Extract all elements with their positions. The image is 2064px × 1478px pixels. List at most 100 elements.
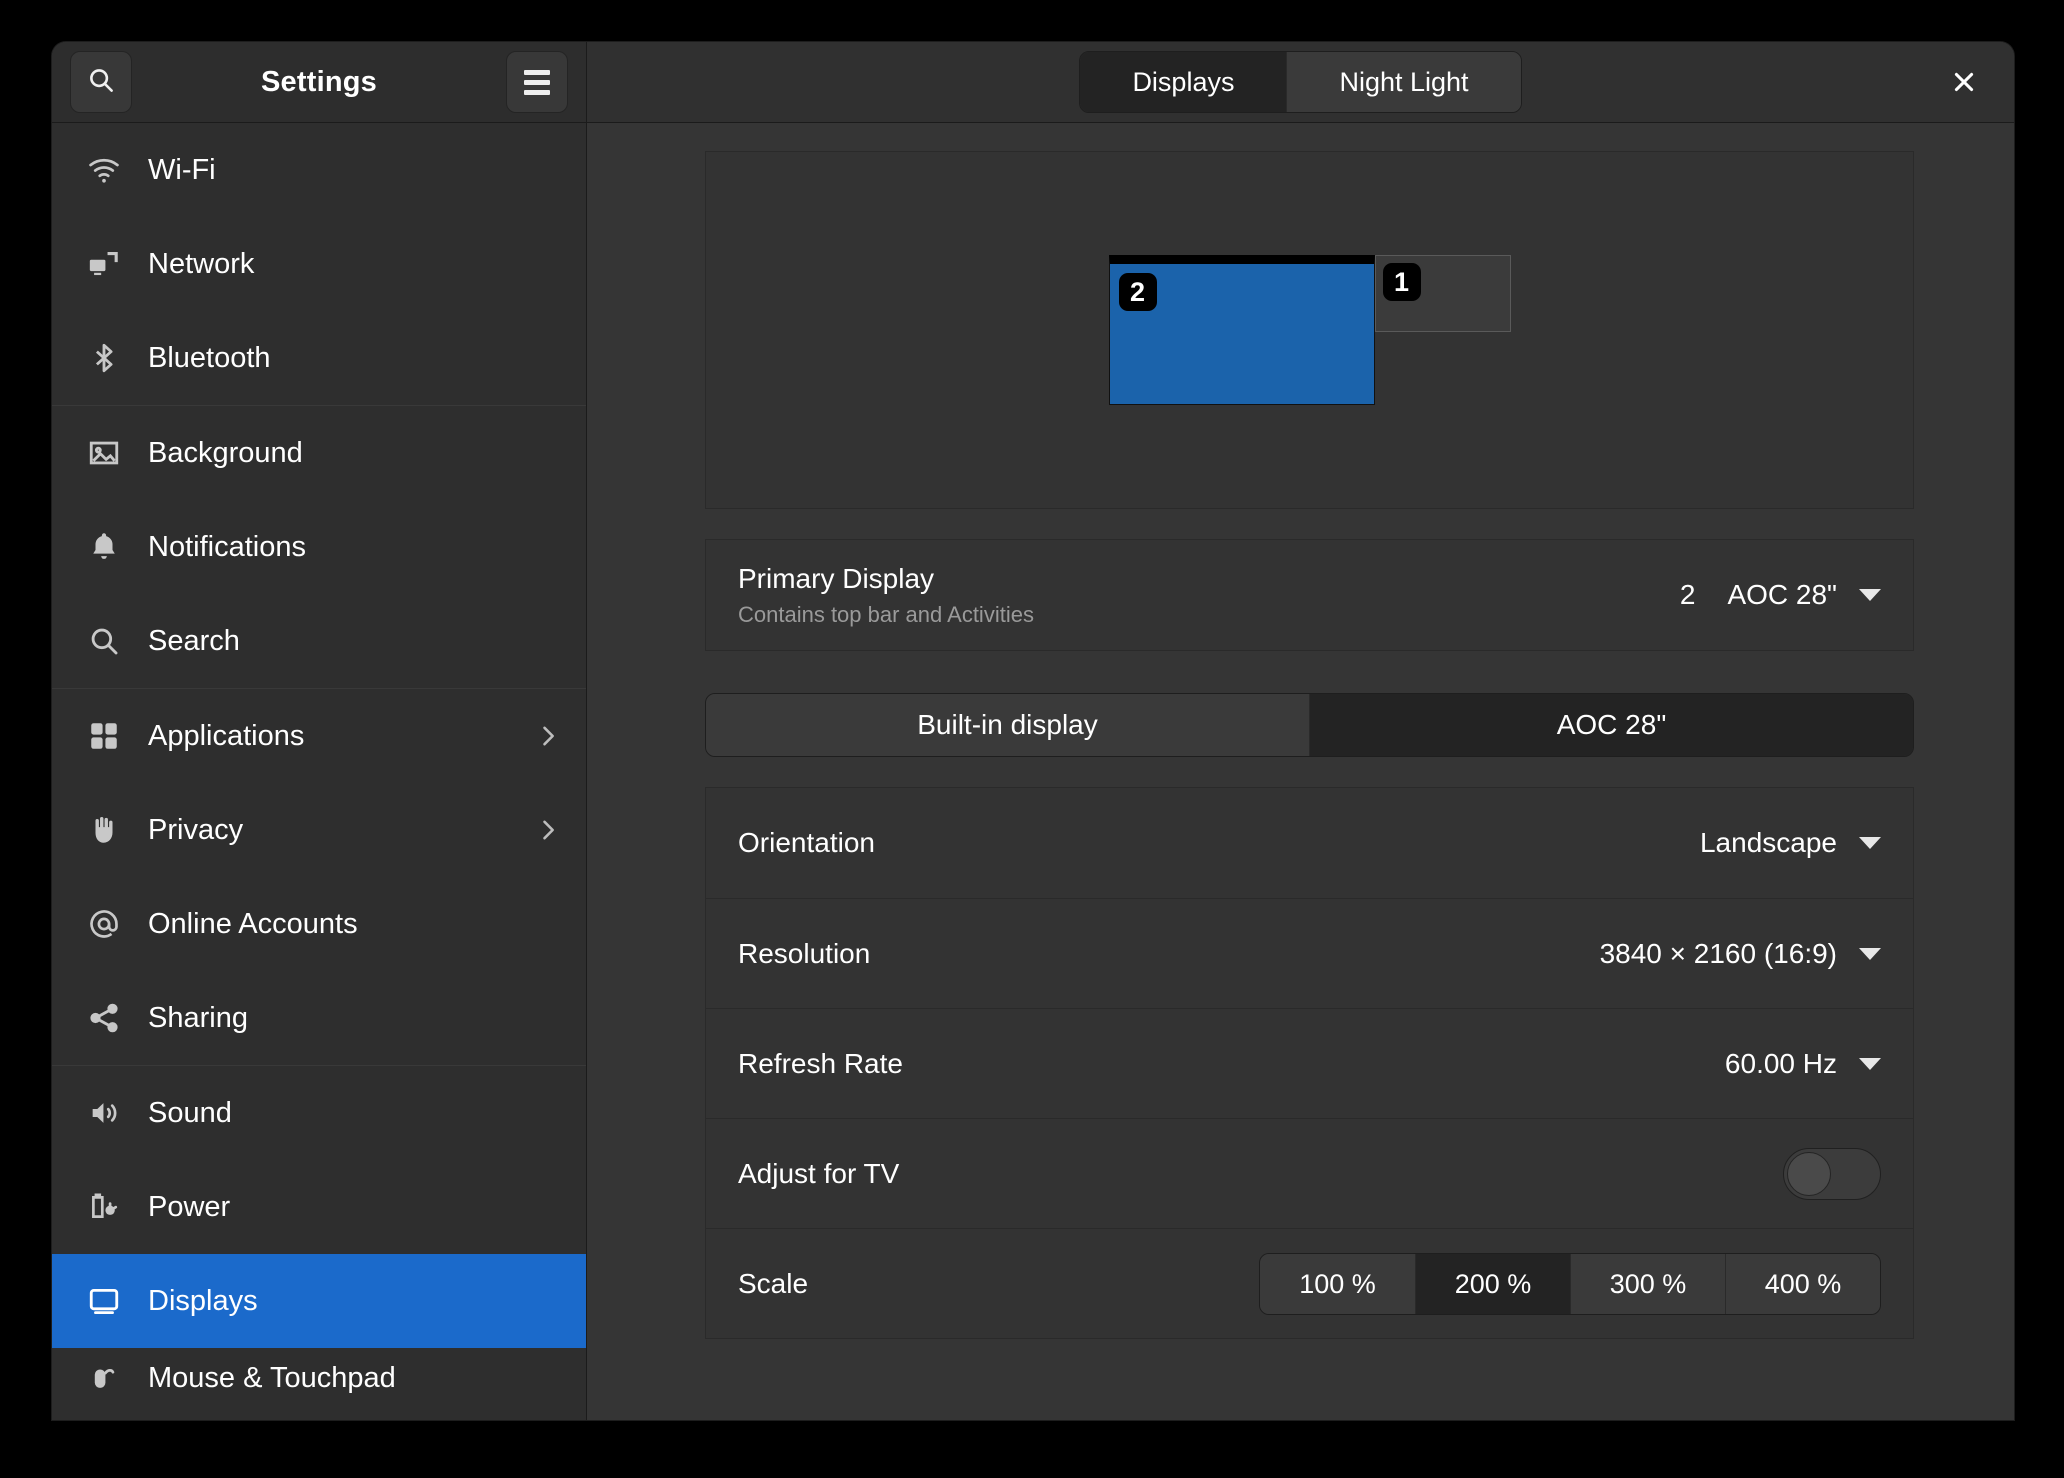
monitor-preview-2[interactable]: 2 <box>1108 255 1375 405</box>
displays-panel: 2 1 Primary Display Contains top bar and… <box>587 123 2014 1420</box>
settings-window: Settings Displays Night Light Wi-Fi Netw… <box>52 42 2014 1420</box>
wifi-icon <box>82 148 126 192</box>
refresh-rate-row[interactable]: Refresh Rate 60.00 Hz <box>706 1008 1913 1118</box>
bell-icon <box>82 525 126 569</box>
share-icon <box>82 996 126 1040</box>
sidebar-item-power[interactable]: Power <box>52 1160 586 1254</box>
monitor-arrangement: 2 1 <box>1108 255 1511 405</box>
chevron-down-icon[interactable] <box>1859 1057 1881 1070</box>
at-sign-icon <box>82 902 126 946</box>
tab-night-light[interactable]: Night Light <box>1286 52 1521 112</box>
adjust-for-tv-toggle[interactable] <box>1783 1147 1881 1200</box>
refresh-rate-value: 60.00 Hz <box>1724 1047 1837 1079</box>
sidebar-item-label: Displays <box>148 1284 258 1317</box>
header-right-section: Displays Night Light <box>587 42 2014 122</box>
view-switcher: Displays Night Light <box>1079 51 1522 113</box>
nav-group-personal: Background Notifications Search <box>52 406 586 689</box>
orientation-value: Landscape <box>1699 827 1837 858</box>
sidebar-item-search[interactable]: Search <box>52 594 586 688</box>
sidebar-item-label: Power <box>148 1190 231 1223</box>
battery-plug-icon <box>82 1185 126 1229</box>
primary-display-index: 2 <box>1679 579 1696 610</box>
resolution-label: Resolution <box>738 937 871 969</box>
primary-display-row[interactable]: Primary Display Contains top bar and Act… <box>706 540 1913 650</box>
monitor-badge: 1 <box>1382 263 1421 301</box>
chevron-right-icon <box>534 722 562 750</box>
orientation-label: Orientation <box>738 827 875 858</box>
search-icon <box>86 65 116 100</box>
scale-option-100[interactable]: 100 % <box>1260 1253 1415 1314</box>
sidebar-item-sound[interactable]: Sound <box>52 1066 586 1160</box>
adjust-for-tv-label: Adjust for TV <box>738 1157 900 1189</box>
chevron-down-icon[interactable] <box>1859 837 1881 849</box>
sidebar-item-online-accounts[interactable]: Online Accounts <box>52 877 586 971</box>
close-icon <box>1954 72 1974 92</box>
primary-display-label: Primary Display <box>738 562 935 594</box>
sidebar-item-background[interactable]: Background <box>52 406 586 500</box>
header-bar: Settings Displays Night Light <box>52 42 2014 123</box>
sidebar-item-label: Network <box>148 247 255 280</box>
window-body: Wi-Fi Network Bluetooth Background Notif… <box>52 123 2014 1420</box>
hamburger-menu-icon <box>524 69 550 95</box>
sidebar-item-label: Sharing <box>148 1001 248 1034</box>
resolution-row[interactable]: Resolution 3840 × 2160 (16:9) <box>706 898 1913 1008</box>
tab-displays[interactable]: Displays <box>1080 52 1287 112</box>
sidebar-item-label: Mouse & Touchpad <box>148 1361 396 1394</box>
sidebar-item-wifi[interactable]: Wi-Fi <box>52 123 586 217</box>
close-window-button[interactable] <box>1938 56 1990 108</box>
sidebar-item-label: Notifications <box>148 530 306 563</box>
sidebar-item-label: Background <box>148 436 303 469</box>
bluetooth-icon <box>82 336 126 380</box>
window-title: Settings <box>261 65 377 98</box>
sidebar-item-label: Wi-Fi <box>148 153 216 186</box>
display-settings-card: Orientation Landscape Resolution 3840 × … <box>705 787 1914 1339</box>
display-tab-built-in[interactable]: Built-in display <box>706 694 1309 756</box>
scale-row: Scale 100 % 200 % 300 % 400 % <box>706 1228 1913 1338</box>
settings-sidebar[interactable]: Wi-Fi Network Bluetooth Background Notif… <box>52 123 587 1420</box>
hand-icon <box>82 808 126 852</box>
primary-display-card: Primary Display Contains top bar and Act… <box>705 539 1914 651</box>
grid-icon <box>82 714 126 758</box>
search-icon <box>82 619 126 663</box>
sidebar-item-network[interactable]: Network <box>52 217 586 311</box>
monitor-preview-1[interactable]: 1 <box>1374 255 1511 332</box>
chevron-right-icon <box>534 816 562 844</box>
refresh-rate-label: Refresh Rate <box>738 1047 903 1079</box>
nav-group-network: Wi-Fi Network Bluetooth <box>52 123 586 406</box>
primary-display-value: AOC 28" <box>1727 579 1837 610</box>
orientation-row[interactable]: Orientation Landscape <box>706 788 1913 898</box>
sidebar-item-applications[interactable]: Applications <box>52 689 586 783</box>
image-icon <box>82 431 126 475</box>
sidebar-item-privacy[interactable]: Privacy <box>52 783 586 877</box>
scale-option-200[interactable]: 200 % <box>1415 1253 1570 1314</box>
display-arrangement-area[interactable]: 2 1 <box>705 151 1914 509</box>
chevron-down-icon[interactable] <box>1859 947 1881 960</box>
monitor-icon <box>82 1279 126 1323</box>
sidebar-item-notifications[interactable]: Notifications <box>52 500 586 594</box>
sidebar-item-sharing[interactable]: Sharing <box>52 971 586 1065</box>
sidebar-item-bluetooth[interactable]: Bluetooth <box>52 311 586 405</box>
sidebar-item-label: Applications <box>148 719 305 752</box>
mouse-icon <box>82 1356 126 1400</box>
header-left-section: Settings <box>52 42 587 122</box>
scale-options: 100 % 200 % 300 % 400 % <box>1259 1252 1881 1315</box>
sidebar-item-label: Search <box>148 624 240 657</box>
search-button[interactable] <box>70 51 132 113</box>
display-tab-aoc[interactable]: AOC 28" <box>1309 694 1913 756</box>
speaker-icon <box>82 1091 126 1135</box>
toggle-knob <box>1787 1151 1831 1196</box>
adjust-for-tv-row: Adjust for TV <box>706 1118 1913 1228</box>
sidebar-item-mouse-touchpad[interactable]: Mouse & Touchpad <box>52 1348 586 1408</box>
chevron-down-icon[interactable] <box>1859 589 1881 601</box>
sidebar-item-label: Online Accounts <box>148 907 358 940</box>
scale-label: Scale <box>738 1267 809 1299</box>
display-selector: Built-in display AOC 28" <box>705 693 1914 757</box>
main-menu-button[interactable] <box>506 51 568 113</box>
scale-option-400[interactable]: 400 % <box>1725 1253 1880 1314</box>
sidebar-item-label: Privacy <box>148 813 244 846</box>
primary-display-description: Contains top bar and Activities <box>738 601 1034 627</box>
sidebar-item-label: Bluetooth <box>148 341 271 374</box>
scale-option-300[interactable]: 300 % <box>1570 1253 1725 1314</box>
sidebar-item-displays[interactable]: Displays <box>52 1254 586 1348</box>
network-icon <box>82 242 126 286</box>
